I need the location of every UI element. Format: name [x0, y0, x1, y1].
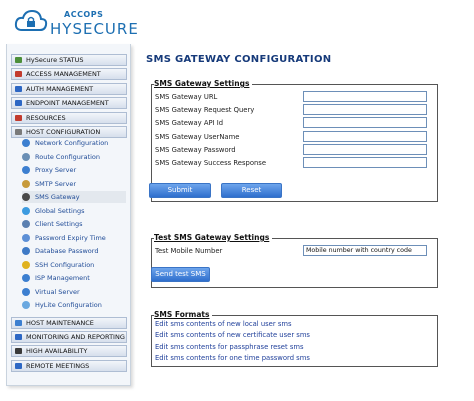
sidebar-item-label: HyLite Configuration: [35, 301, 102, 309]
isp-icon: [22, 274, 30, 282]
sidebar-item-route-configuration[interactable]: Route Configuration: [22, 151, 100, 163]
sidebar-item-network-configuration[interactable]: Network Configuration: [22, 137, 108, 149]
sms-formats-legend: SMS Formats: [154, 310, 213, 319]
menu-auth-management[interactable]: AUTH MANAGEMENT: [11, 82, 127, 95]
field-label: SMS Gateway URL: [155, 93, 218, 101]
sms-format-link[interactable]: Edit sms contents for one time password …: [155, 354, 310, 362]
sidebar-item-label: Route Configuration: [35, 152, 101, 161]
page-title: SMS GATEWAY CONFIGURATION: [146, 54, 332, 65]
key-icon: [22, 233, 30, 242]
client-icon: [22, 220, 30, 228]
menu-label: AUTH MANAGEMENT: [26, 84, 94, 93]
field-input-sms-gateway-api-id[interactable]: [303, 117, 427, 129]
menu-label: HOST CONFIGURATION: [26, 128, 101, 136]
reset-button[interactable]: Reset: [221, 183, 282, 198]
menu-remote-meetings[interactable]: REMOTE MEETINGS: [11, 359, 127, 372]
test-settings-legend: Test SMS Gateway Settings: [154, 233, 273, 242]
menu-label: MONITORING AND REPORTING: [26, 333, 125, 342]
sidebar-item-label: Global Settings: [35, 206, 85, 215]
test-mobile-input[interactable]: [303, 245, 427, 256]
phone-icon: [22, 193, 30, 201]
field-input-sms-gateway-password[interactable]: [303, 143, 427, 155]
menu-icon: [15, 100, 22, 107]
field-label: SMS Gateway API Id: [155, 119, 224, 128]
route-icon: [22, 152, 30, 161]
menu-hysecure-status[interactable]: HySecure STATUS: [11, 54, 127, 66]
sidebar-item-database-password[interactable]: Database Password: [22, 245, 98, 257]
gateway-settings-legend: SMS Gateway Settings: [154, 79, 253, 88]
sidebar-item-client-settings[interactable]: Client Settings: [22, 218, 83, 230]
menu-icon: [15, 362, 22, 369]
sidebar-item-smtp-server[interactable]: SMTP Server: [22, 178, 76, 190]
menu-label: ENDPOINT MANAGEMENT: [26, 99, 109, 108]
field-label: SMS Gateway Request Query: [155, 106, 255, 115]
sms-format-link[interactable]: Edit sms contents of new certificate use…: [155, 331, 310, 339]
field-input-sms-gateway-username[interactable]: [303, 130, 427, 142]
sms-format-link[interactable]: Edit sms contents for passphrase reset s…: [155, 343, 304, 351]
brand-main-text: HYSECURE: [50, 20, 139, 38]
field-label: SMS Gateway Success Response: [155, 159, 267, 167]
field-input-sms-gateway-success-response[interactable]: [303, 157, 427, 168]
globe-icon: [22, 206, 30, 215]
sidebar-item-label: ISP Management: [35, 274, 90, 282]
test-mobile-label: Test Mobile Number: [155, 247, 223, 255]
sidebar-item-label: Database Password: [35, 247, 99, 255]
menu-icon: [15, 85, 22, 92]
sidebar-item-sms-gateway[interactable]: SMS Gateway: [22, 191, 126, 203]
menu-icon: [15, 114, 22, 121]
submit-button[interactable]: Submit: [149, 183, 211, 198]
field-label: SMS Gateway UserName: [155, 132, 240, 141]
brand-top-text: ACCOPS: [64, 10, 104, 19]
bulb-icon: [22, 260, 30, 269]
sidebar-item-global-settings[interactable]: Global Settings: [22, 205, 84, 217]
menu-monitoring-and-reporting[interactable]: MONITORING AND REPORTING: [11, 331, 127, 344]
menu-high-availability[interactable]: HIGH AVAILABILITY: [11, 345, 127, 358]
sidebar-item-ssh-configuration[interactable]: SSH Configuration: [22, 259, 94, 271]
field-input-sms-gateway-request-query[interactable]: [303, 104, 427, 116]
sidebar-item-isp-management[interactable]: ISP Management: [22, 272, 90, 284]
mail-icon: [22, 179, 30, 188]
field-label: SMS Gateway Password: [155, 145, 236, 154]
sidebar-item-label: SMS Gateway: [35, 193, 80, 201]
accops-logo: ACCOPS HYSECURE: [14, 6, 138, 40]
menu-endpoint-management[interactable]: ENDPOINT MANAGEMENT: [11, 97, 127, 110]
sidebar-item-label: SMTP Server: [35, 179, 77, 188]
menu-icon: [15, 334, 22, 341]
send-test-sms-button[interactable]: Send test SMS: [151, 267, 210, 282]
sidebar-item-label: Password Expiry Time: [35, 233, 106, 242]
sidebar-item-hylite-configuration[interactable]: HyLite Configuration: [22, 299, 102, 311]
menu-label: ACCESS MANAGEMENT: [26, 70, 101, 79]
menu-label: REMOTE MEETINGS: [26, 361, 90, 370]
sidebar-item-label: Client Settings: [35, 220, 83, 228]
field-input-sms-gateway-url[interactable]: [303, 91, 427, 102]
sidebar-item-label: SSH Configuration: [35, 260, 95, 269]
sidebar-item-password-expiry-time[interactable]: Password Expiry Time: [22, 232, 106, 244]
sidebar-item-label: Virtual Server: [35, 287, 80, 296]
proxy-icon: [22, 166, 30, 174]
menu-icon: [15, 320, 22, 326]
menu-icon: [15, 129, 22, 135]
menu-label: HySecure STATUS: [26, 56, 84, 64]
cloud-lock-icon: [14, 9, 48, 31]
menu-resources[interactable]: RESOURCES: [11, 111, 127, 124]
menu-label: HIGH AVAILABILITY: [26, 347, 88, 356]
server-icon: [22, 287, 30, 296]
sidebar-item-label: Proxy Server: [35, 166, 77, 174]
hylite-icon: [22, 301, 30, 309]
menu-label: HOST MAINTENANCE: [26, 319, 94, 327]
sidebar-item-virtual-server[interactable]: Virtual Server: [22, 286, 80, 298]
menu-access-management[interactable]: ACCESS MANAGEMENT: [11, 68, 127, 81]
menu-icon: [15, 57, 22, 63]
sidebar-item-label: Network Configuration: [35, 139, 109, 147]
sms-format-link[interactable]: Edit sms contents of new local user sms: [155, 320, 292, 328]
menu-icon: [15, 348, 22, 355]
menu-label: RESOURCES: [26, 113, 66, 122]
menu-icon: [15, 71, 22, 78]
network-icon: [22, 139, 30, 147]
menu-host-maintenance[interactable]: HOST MAINTENANCE: [11, 317, 127, 329]
sidebar-item-proxy-server[interactable]: Proxy Server: [22, 164, 76, 176]
database-icon: [22, 247, 30, 255]
